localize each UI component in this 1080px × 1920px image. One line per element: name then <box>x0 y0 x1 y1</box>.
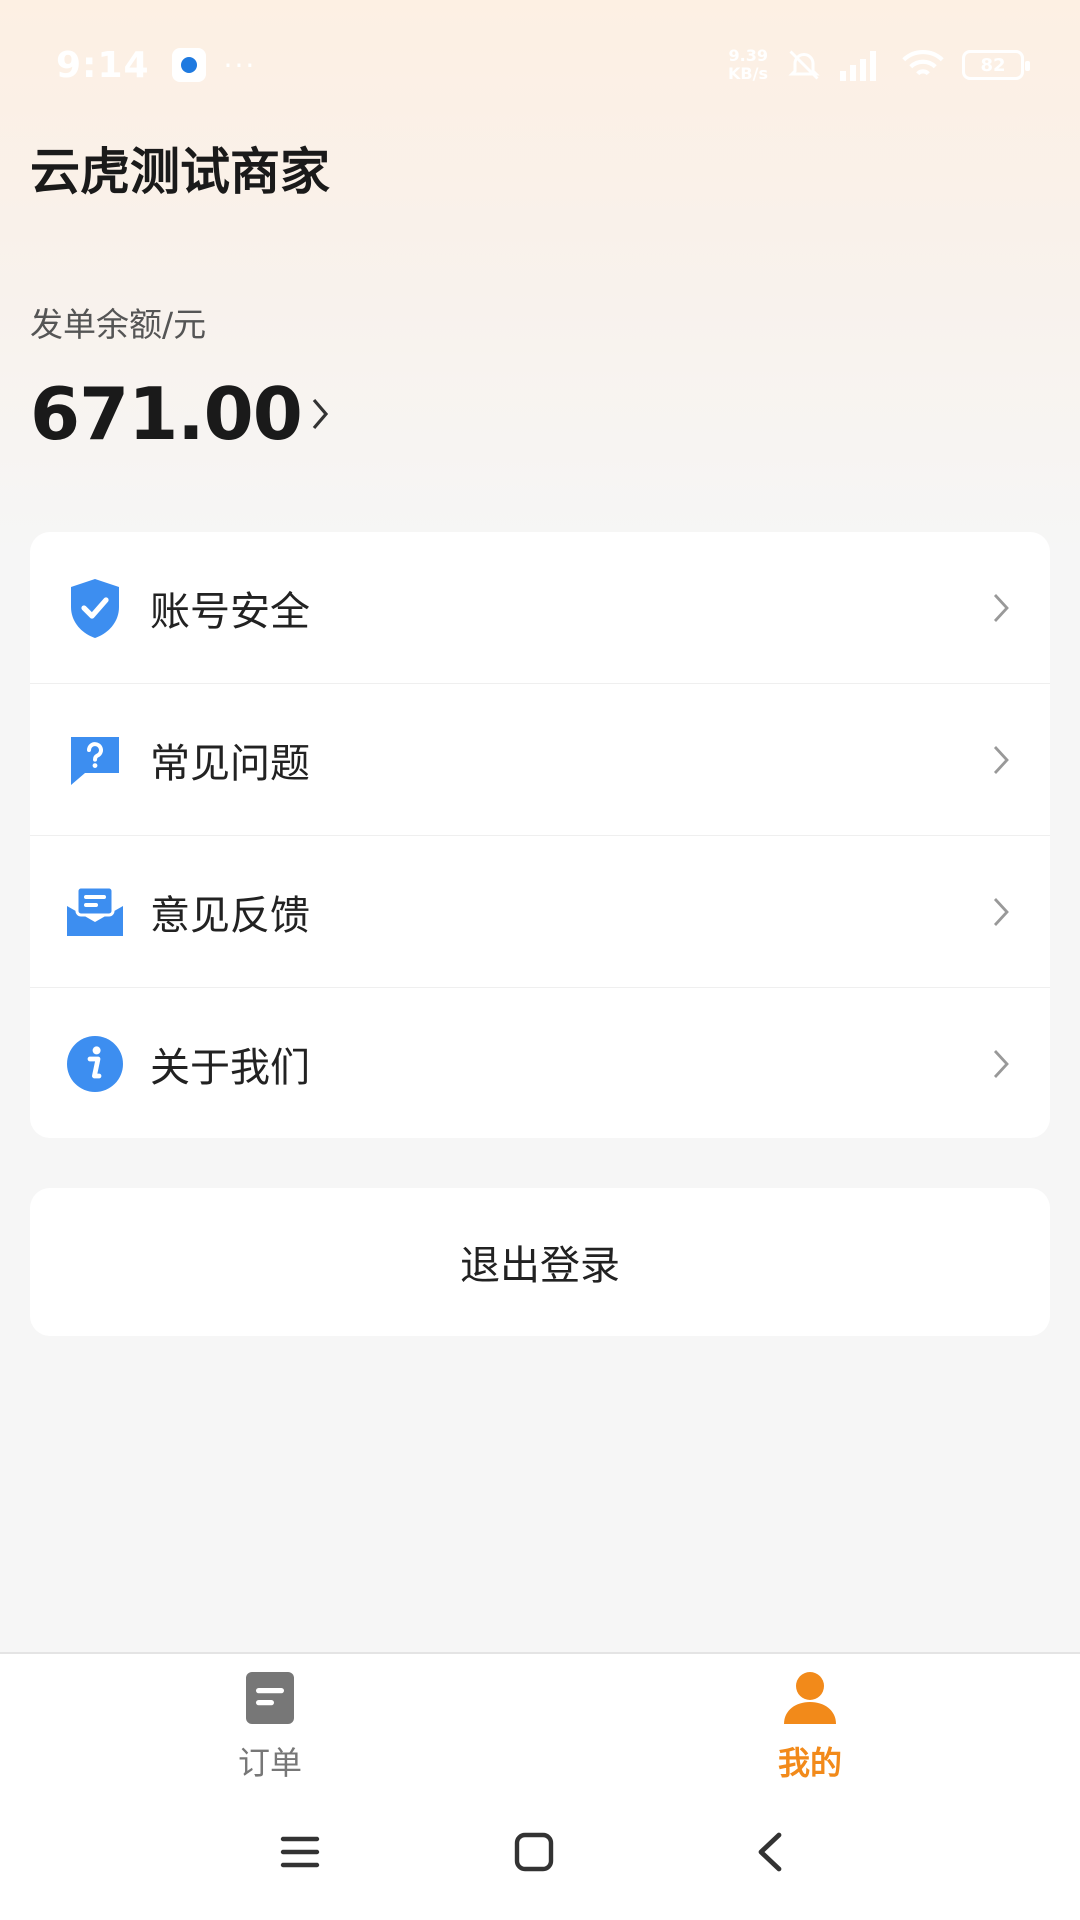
menu-item-label: 账号安全 <box>150 588 310 635</box>
user-icon <box>780 1668 840 1728</box>
menu-icon[interactable] <box>270 1822 330 1882</box>
network-speed: 9.39 KB/s <box>728 46 768 83</box>
tab-label: 订单 <box>237 1744 302 1782</box>
chevron-right-icon <box>992 1048 1010 1080</box>
merchant-name: 云虎测试商家 <box>30 143 330 201</box>
home-icon[interactable] <box>504 1822 564 1882</box>
battery-indicator: 82 <box>962 50 1030 80</box>
shield-check-icon <box>64 577 126 639</box>
wifi-icon <box>902 49 944 81</box>
menu-item-account-security[interactable]: 账号安全 <box>30 532 1050 684</box>
menu-item-label: 意见反馈 <box>150 892 310 939</box>
settings-menu: 账号安全 常见问题 意见反馈 关于我们 <box>30 532 1050 1138</box>
tab-label: 我的 <box>777 1744 842 1782</box>
menu-item-faq[interactable]: 常见问题 <box>30 684 1050 836</box>
tab-orders[interactable]: 订单 <box>0 1654 540 1792</box>
chevron-right-icon <box>992 896 1010 928</box>
feedback-mail-icon <box>64 881 126 943</box>
logout-button[interactable]: 退出登录 <box>30 1188 1050 1336</box>
balance-link[interactable]: 671.00 <box>30 372 330 456</box>
menu-item-label: 关于我们 <box>150 1045 310 1091</box>
status-bar: 9:14 ··· 9.39 KB/s 82 <box>0 0 1080 130</box>
document-icon <box>240 1668 300 1728</box>
menu-item-feedback[interactable]: 意见反馈 <box>30 836 1050 988</box>
balance-value: 671.00 <box>30 372 303 456</box>
chevron-right-icon <box>310 396 330 432</box>
more-notifications-indicator: ··· <box>223 48 257 82</box>
tab-mine[interactable]: 我的 <box>540 1654 1080 1792</box>
status-time: 9:14 <box>56 44 150 86</box>
bottom-tab-bar: 订单 我的 <box>0 1652 1080 1792</box>
chevron-right-icon <box>992 592 1010 624</box>
back-icon[interactable] <box>740 1822 800 1882</box>
balance-label: 发单余额/元 <box>30 305 207 344</box>
chevron-right-icon <box>992 744 1010 776</box>
question-bubble-icon <box>64 729 126 791</box>
silent-bell-icon <box>786 47 822 83</box>
menu-item-label: 常见问题 <box>150 740 310 787</box>
signal-icon <box>840 49 884 81</box>
system-navigation-bar <box>0 1792 1080 1920</box>
menu-item-about-us[interactable]: 关于我们 <box>30 988 1050 1138</box>
app-notification-icon <box>171 48 206 82</box>
info-icon <box>64 1033 126 1095</box>
